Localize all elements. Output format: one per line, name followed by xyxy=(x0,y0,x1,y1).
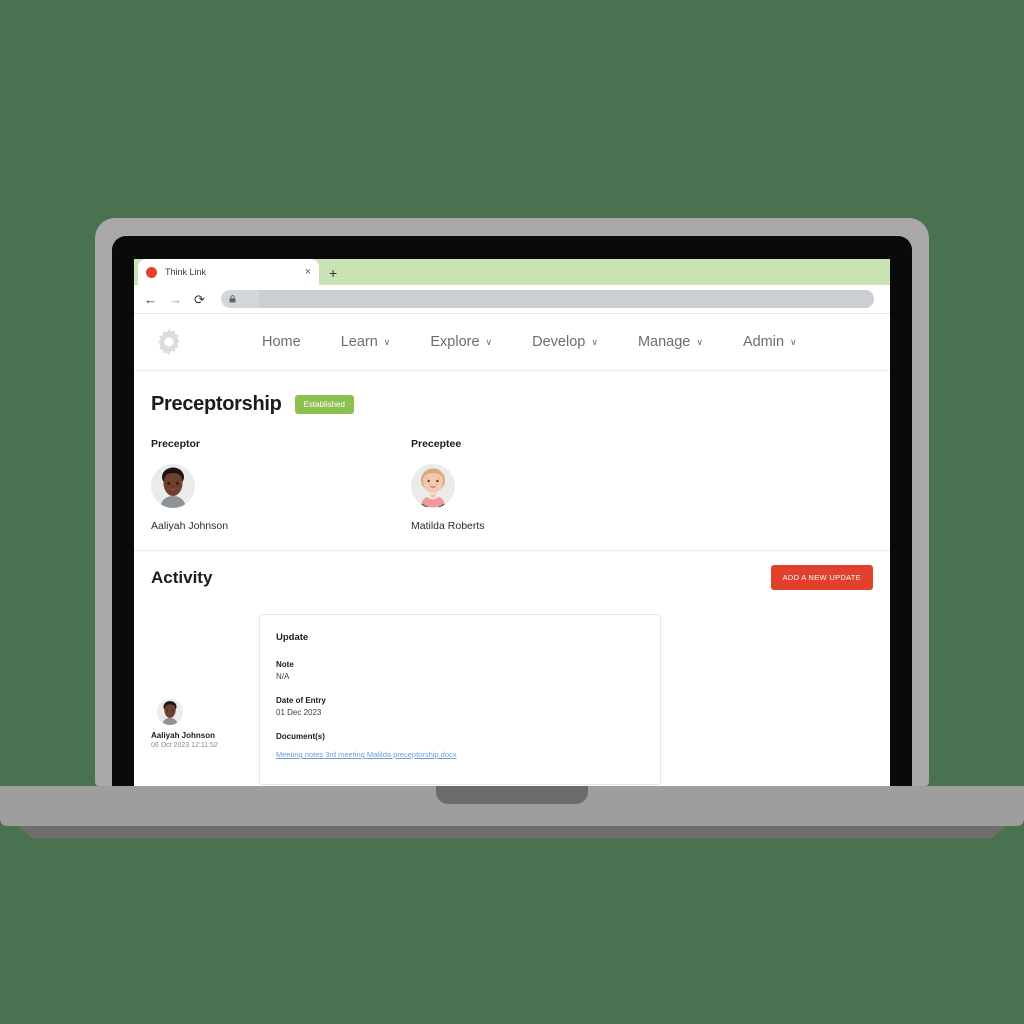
nav-label: Home xyxy=(262,334,301,350)
laptop-base-lip xyxy=(18,826,1006,838)
gear-icon xyxy=(153,326,185,358)
nav-item-manage[interactable]: Manage ∨ xyxy=(638,334,703,350)
forward-icon[interactable]: → xyxy=(169,293,182,306)
browser-tab[interactable]: Think Link × xyxy=(138,259,319,285)
nav-label: Learn xyxy=(340,334,378,350)
nav-item-admin[interactable]: Admin ∨ xyxy=(743,334,797,350)
lock-icon xyxy=(229,295,236,303)
chevron-down-icon: ∨ xyxy=(696,336,703,347)
app-nav-items: Home Learn ∨ Explore ∨ Develop ∨ Manage … xyxy=(262,334,797,350)
preceptee-block: Preceptee Matilda Roberts xyxy=(411,438,671,532)
update-card-title: Update xyxy=(276,632,309,643)
activity-list: Aaliyah Johnson 06 Oct 2023 12:11:52 Upd… xyxy=(134,590,890,785)
date-of-entry-value: 01 Dec 2023 xyxy=(276,708,322,717)
app-viewport: Home Learn ∨ Explore ∨ Develop ∨ Manage … xyxy=(134,314,890,786)
preceptee-name: Matilda Roberts xyxy=(411,520,485,532)
note-label: Note xyxy=(276,660,294,669)
chevron-down-icon: ∨ xyxy=(790,336,797,347)
laptop-base-notch xyxy=(436,786,588,804)
nav-label: Manage xyxy=(637,334,691,350)
activity-heading: Activity xyxy=(151,567,213,587)
page-body: Preceptorship Established Preceptor Aali… xyxy=(134,371,890,785)
nav-label: Develop xyxy=(532,334,586,350)
chevron-down-icon: ∨ xyxy=(383,336,391,347)
preceptor-name: Aaliyah Johnson xyxy=(151,520,229,532)
browser-window: Think Link × + ← → ⟳ Home Learn ∨ Explor… xyxy=(134,259,890,786)
nav-label: Explore xyxy=(430,334,480,350)
nav-label: Admin xyxy=(742,334,785,350)
new-tab-button[interactable]: + xyxy=(329,266,337,280)
date-of-entry-label: Date of Entry xyxy=(276,696,326,705)
favicon-icon xyxy=(146,266,157,278)
activity-author-avatar[interactable] xyxy=(157,699,183,725)
activity-timestamp: 06 Oct 2023 12:11:52 xyxy=(151,742,218,749)
add-new-update-button[interactable]: ADD A NEW UPDATE xyxy=(770,565,873,590)
preceptee-role-label: Preceptee xyxy=(411,438,462,450)
laptop-frame: Think Link × + ← → ⟳ Home Learn ∨ Explor… xyxy=(95,218,929,786)
browser-tab-strip: Think Link × + xyxy=(134,259,890,285)
document-link[interactable]: Meeting notes 3rd meeting Matilda precep… xyxy=(276,750,457,759)
activity-entry-author: Aaliyah Johnson 06 Oct 2023 12:11:52 xyxy=(151,614,259,785)
preceptee-avatar[interactable] xyxy=(411,464,455,508)
page-header: Preceptorship Established xyxy=(134,371,890,416)
laptop-bezel: Think Link × + ← → ⟳ Home Learn ∨ Explor… xyxy=(112,236,912,786)
nav-item-explore[interactable]: Explore ∨ xyxy=(430,334,492,350)
app-logo[interactable] xyxy=(148,326,190,358)
close-icon[interactable]: × xyxy=(305,266,311,278)
activity-author-name: Aaliyah Johnson xyxy=(151,731,216,740)
back-icon[interactable]: ← xyxy=(144,293,157,306)
preceptor-block: Preceptor Aaliyah Johnson xyxy=(151,438,411,532)
preceptor-avatar[interactable] xyxy=(151,464,195,508)
chevron-down-icon: ∨ xyxy=(591,336,598,347)
update-card: Update Note N/A Date of Entry 01 Dec 202… xyxy=(259,614,661,785)
preceptor-role-label: Preceptor xyxy=(151,438,201,450)
browser-toolbar: ← → ⟳ xyxy=(134,285,890,314)
reload-icon[interactable]: ⟳ xyxy=(194,293,205,306)
chevron-down-icon: ∨ xyxy=(485,336,493,347)
status-badge: Established xyxy=(294,395,354,414)
browser-tab-title: Think Link xyxy=(165,267,207,277)
activity-header: Activity ADD A NEW UPDATE xyxy=(134,551,890,590)
address-bar[interactable] xyxy=(220,290,875,308)
app-navbar: Home Learn ∨ Explore ∨ Develop ∨ Manage … xyxy=(134,314,890,371)
note-value: N/A xyxy=(276,672,290,681)
people-row: Preceptor Aaliyah Johnson Preceptee Mati… xyxy=(134,416,890,532)
nav-item-home[interactable]: Home xyxy=(262,334,301,350)
documents-label: Document(s) xyxy=(276,732,325,741)
page-title: Preceptorship xyxy=(151,393,282,415)
nav-item-develop[interactable]: Develop ∨ xyxy=(532,334,598,350)
nav-item-learn[interactable]: Learn ∨ xyxy=(341,334,391,350)
